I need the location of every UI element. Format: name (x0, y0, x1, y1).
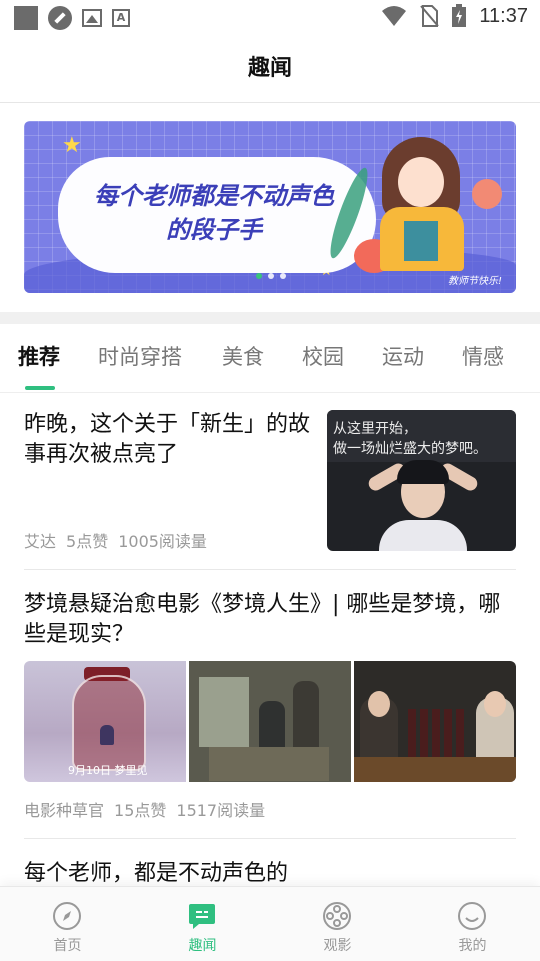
tab-emotion[interactable]: 情感 (462, 324, 504, 392)
article-thumbnail[interactable]: 9月10日 梦里见 (24, 661, 186, 782)
banner-headline-line2: 的段子手 (166, 216, 262, 244)
article-likes: 15点赞 (114, 801, 167, 820)
no-sim-icon (420, 5, 440, 27)
divider (24, 838, 516, 839)
nav-label: 趣闻 (188, 938, 217, 954)
compass-icon (53, 902, 81, 930)
category-tabs: 推荐 时尚穿搭 美食 校园 运动 情感 (0, 324, 540, 393)
article-title: 梦境悬疑治愈电影《梦境人生》| 哪些是梦境，哪些是现实？ (24, 592, 501, 647)
nav-home[interactable]: 首页 (0, 887, 135, 961)
teacher-illustration (374, 137, 466, 271)
article-image-row[interactable]: 9月10日 梦里见 (24, 661, 516, 782)
article-likes: 5点赞 (66, 532, 109, 551)
nav-movies[interactable]: 观影 (270, 887, 405, 961)
carousel-dots (256, 273, 286, 279)
article-meta: 电影种草官 15点赞 1517阅读量 (24, 797, 265, 821)
tab-food[interactable]: 美食 (222, 324, 264, 392)
banner-carousel[interactable]: ★ ★ ★ 每个老师都是不动声色 的段子手 教师节快乐! (24, 121, 516, 293)
flower-illustration (472, 179, 502, 209)
carousel-dot[interactable] (268, 273, 274, 279)
nav-label: 我的 (458, 938, 487, 954)
title-bar: 趣闻 (0, 36, 540, 103)
banner-caption: 教师节快乐! (447, 276, 502, 287)
article-reads: 1517阅读量 (176, 801, 266, 820)
article-title: 昨晚，这个关于「新生」的故事再次被点亮了 (24, 412, 311, 467)
article-title: 每个老师，都是不动声色的 (24, 861, 289, 886)
article-item[interactable]: 梦境悬疑治愈电影《梦境人生》| 哪些是梦境，哪些是现实？ (24, 590, 516, 650)
profile-icon (458, 902, 486, 930)
thumbnail-text: 做一场灿烂盛大的梦吧。 (333, 441, 487, 457)
article-reads: 1005阅读量 (118, 532, 207, 551)
text-notification-icon: A (112, 9, 130, 27)
status-time: 11:37 (479, 4, 528, 27)
person-photo (366, 460, 480, 551)
article-item[interactable]: 每个老师，都是不动声色的 (24, 859, 516, 889)
wifi-icon (382, 6, 407, 26)
article-thumbnail[interactable] (189, 661, 351, 782)
app-notification-icon (14, 6, 38, 30)
article-author: 艾达 (24, 532, 57, 551)
nav-news[interactable]: 趣闻 (135, 887, 270, 961)
article-thumbnail[interactable] (354, 661, 516, 782)
image-notification-icon (82, 9, 102, 27)
active-tab-indicator (25, 386, 55, 390)
banner-headline-line1: 每个老师都是不动声色 (94, 182, 334, 210)
nav-profile[interactable]: 我的 (405, 887, 540, 961)
carousel-dot[interactable] (280, 273, 286, 279)
page-title: 趣闻 (247, 56, 292, 81)
article-thumbnail[interactable]: 从这里开始， 做一场灿烂盛大的梦吧。 (327, 410, 516, 551)
status-bar: A 11:37 (0, 0, 540, 36)
banner-headline: 每个老师都是不动声色 的段子手 (64, 179, 364, 247)
nav-label: 首页 (53, 938, 82, 954)
tab-campus[interactable]: 校园 (302, 324, 344, 392)
divider (24, 569, 516, 570)
thumbnail-text: 从这里开始， (333, 421, 417, 437)
tab-recommend[interactable]: 推荐 (18, 324, 60, 392)
article-author: 电影种草官 (24, 801, 105, 820)
tab-fashion[interactable]: 时尚穿搭 (98, 324, 182, 392)
poster-caption: 9月10日 梦里见 (68, 764, 148, 777)
film-reel-icon (323, 902, 351, 930)
section-gap (0, 312, 540, 324)
carousel-dot-active[interactable] (256, 273, 262, 279)
battery-charging-icon (452, 4, 467, 27)
article-meta: 艾达 5点赞 1005阅读量 (24, 528, 207, 552)
tab-sports[interactable]: 运动 (382, 324, 424, 392)
bottom-navigation: 首页 趣闻 观影 我的 (0, 886, 540, 961)
no-entry-icon (48, 6, 72, 30)
nav-label: 观影 (323, 938, 352, 954)
chat-icon (189, 904, 215, 929)
